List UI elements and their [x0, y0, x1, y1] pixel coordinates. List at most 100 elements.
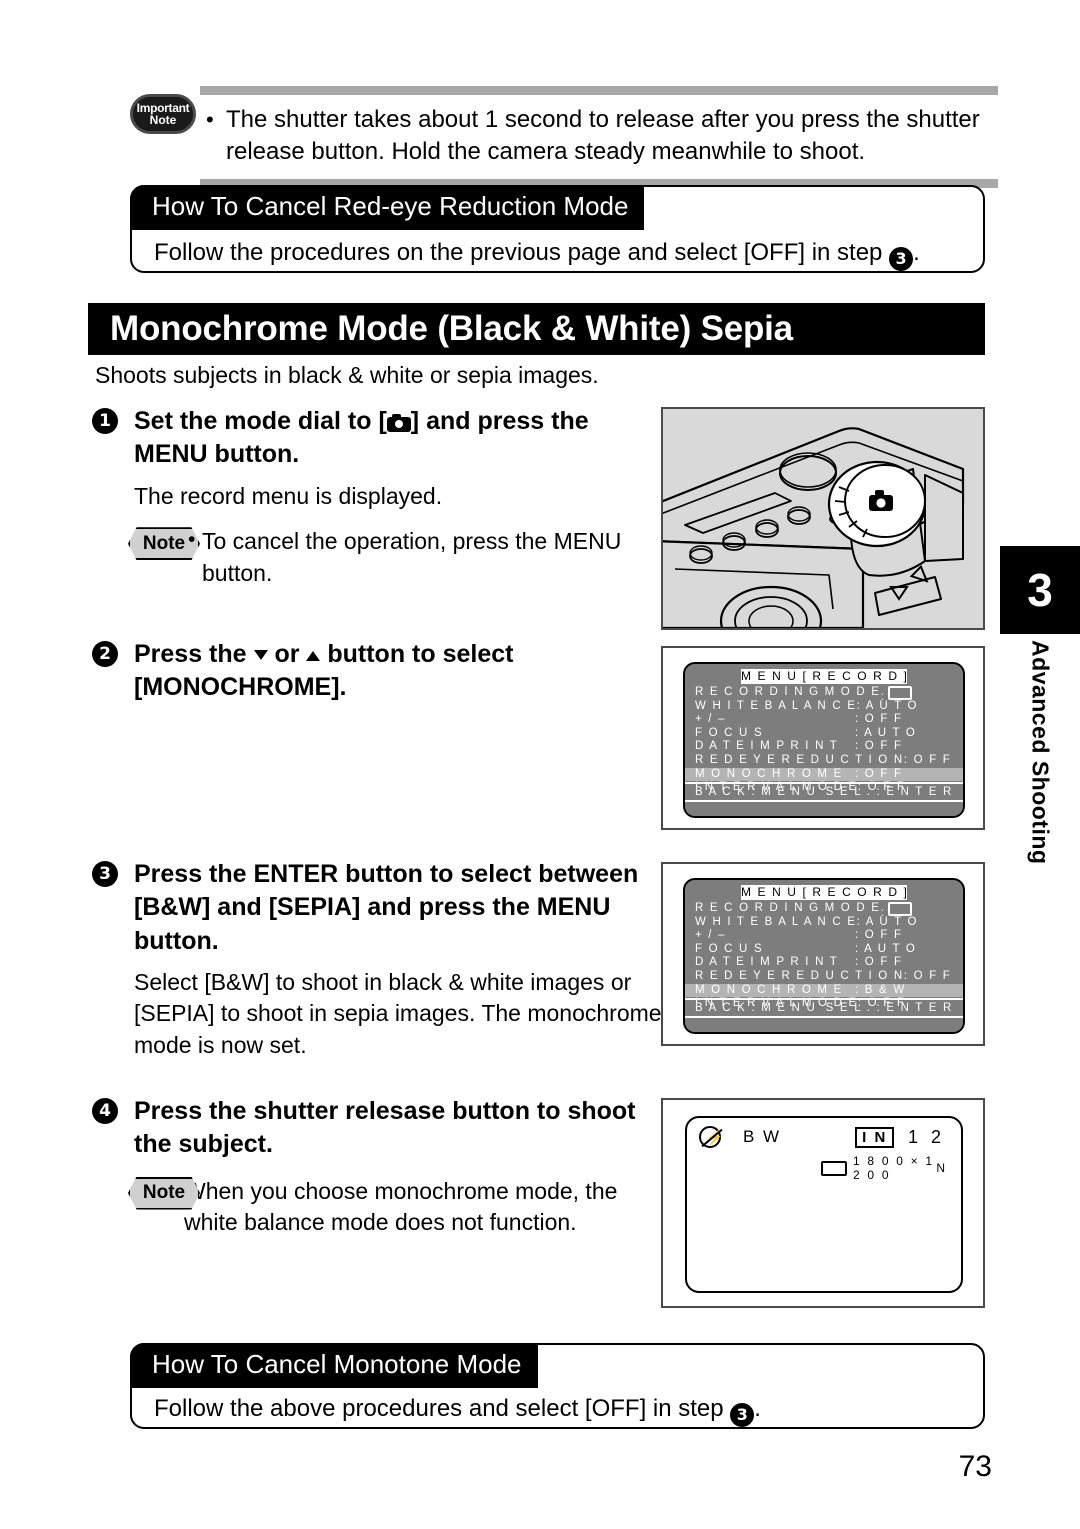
- important-note-block: Important Note • The shutter takes about…: [130, 86, 1000, 188]
- page-number: 73: [958, 1450, 992, 1483]
- lcd-row-white-balance[interactable]: W H I T E B A L A N C E: A U T O: [695, 916, 953, 930]
- note-badge: Note: [128, 1176, 200, 1210]
- step-4-heading: 4 Press the shutter relesase button to sh…: [92, 1095, 667, 1162]
- note-bullet: •: [188, 528, 196, 552]
- step-3-number: 3: [92, 861, 118, 887]
- lcd-label: W H I T E B A L A N C E: [695, 915, 857, 928]
- lcd-value: : O F F: [855, 713, 903, 726]
- lcd-row-date-imprint[interactable]: D A T E I M P R I N T : O F F: [695, 956, 953, 970]
- display-shots-remaining: 1 2: [907, 1126, 945, 1147]
- lcd-value: : A U T O: [855, 726, 917, 739]
- lcd-label: + / –: [695, 713, 727, 726]
- step-4-head-text: Press the shutter relesase button to sho…: [134, 1097, 636, 1159]
- lcd-value: : A U T O: [855, 942, 917, 955]
- lcd-row-redeye-reduction[interactable]: R E D E Y E R E D U C T I O N: O F F: [695, 970, 953, 984]
- lcd-row-recording-mode[interactable]: R E C O R D I N G M O D E:: [695, 686, 953, 703]
- step-2-heading: 2 Press the or button to select [MONOCHRO…: [92, 638, 667, 705]
- important-note-badge: Important Note: [130, 94, 196, 134]
- lcd-label: R E D E Y E R E D U C T I O N: [695, 753, 904, 766]
- lcd-row-monochrome[interactable]: M O N O C H R O M E: O F F: [685, 767, 963, 782]
- display-quality: N: [936, 1161, 945, 1175]
- page-title: Monochrome Mode (Black & White) Sepia: [88, 303, 985, 355]
- lcd-row-date-imprint[interactable]: D A T E I M P R I N T : O F F: [695, 740, 953, 754]
- intro-text: Shoots subjects in black & white or sepi…: [95, 362, 599, 388]
- lcd-row-redeye-reduction[interactable]: R E D E Y E R E D U C T I O N: O F F: [695, 754, 953, 768]
- lcd-label: W H I T E B A L A N C E: [695, 699, 857, 712]
- camera-icon: [386, 414, 411, 432]
- lcd-row-monochrome[interactable]: M O N O C H R O M E: B & W: [685, 983, 963, 998]
- step-3-heading: 3 Press the ENTER button to select betwee…: [92, 858, 667, 958]
- lcd-row-focus[interactable]: F O C U S: A U T O: [695, 727, 953, 741]
- lcd-menu-title: M E N U [ R E C O R D ]: [741, 669, 909, 684]
- lcd-footer-back: B A C K : M E N U: [695, 1002, 817, 1014]
- lcd-value: : O F F: [855, 740, 903, 753]
- step-2-number: 2: [92, 641, 118, 667]
- important-badge-line2: Note: [149, 113, 177, 127]
- lcd-value: : O F F: [855, 929, 903, 942]
- lcd-label: + / –: [695, 929, 727, 942]
- recording-mode-icon: [887, 902, 912, 916]
- step-1: 1 Set the mode dial to [] and press the M…: [92, 405, 667, 590]
- figure-camera-mode-dial: [661, 407, 985, 630]
- lcd-label: D A T E I M P R I N T: [695, 740, 839, 753]
- display-mode: B W: [743, 1127, 782, 1146]
- lcd-footer-fill: [685, 802, 963, 816]
- lcd-label: D A T E I M P R I N T: [695, 956, 839, 969]
- lcd-menu-rows: R E C O R D I N G M O D E: W H I T E B A…: [685, 686, 963, 795]
- lcd-row-recording-mode[interactable]: R E C O R D I N G M O D E:: [695, 902, 953, 919]
- cancel-monotone-body-before: Follow the above procedures and select […: [154, 1395, 731, 1422]
- figure-shooting-display: ⚡ B W I N 1 2 1 8 0 0 × 1 2 0 0 N: [661, 1098, 985, 1308]
- step-1-number: 1: [92, 408, 118, 434]
- lcd-footer-select: S E L . : E N T E R: [825, 786, 953, 798]
- step-2-head-part1: Press the: [134, 640, 254, 668]
- display-resolution: 1 8 0 0 × 1 2 0 0: [853, 1154, 935, 1182]
- lcd-value: : O F F: [903, 969, 952, 982]
- step-4: 4 Press the shutter relesase button to sh…: [92, 1095, 667, 1239]
- step-1-heading: 1 Set the mode dial to [] and press the M…: [92, 405, 667, 472]
- important-note-text: The shutter takes about 1 second to rele…: [226, 106, 980, 166]
- lcd-value: : A U T O: [856, 915, 919, 928]
- lcd-value: : O F F: [855, 956, 903, 969]
- step-marker-3: 3: [889, 246, 914, 271]
- important-note-text-wrap: • The shutter takes about 1 second to re…: [200, 95, 1000, 179]
- step-1-body: The record menu is displayed.: [134, 482, 443, 509]
- lcd-value: : O F F: [903, 753, 952, 766]
- image-size-icon: [821, 1160, 847, 1176]
- step-3-body: Select [B&W] to shoot in black & white i…: [134, 968, 662, 1059]
- step-1-note-text: To cancel the operation, press the MENU …: [202, 528, 622, 586]
- lcd-label: R E C O R D I N G M O D E: [695, 902, 881, 914]
- lcd-screen: M E N U [ R E C O R D ] R E C O R D I N …: [683, 662, 965, 818]
- lcd-footer: B A C K : M E N U S E L . : E N T E R: [685, 782, 963, 802]
- cancel-redeye-body-before: Follow the procedures on the previous pa…: [154, 239, 890, 266]
- lcd-value: :: [881, 686, 953, 703]
- step-3-head-text: Press the ENTER button to select between…: [134, 860, 639, 955]
- lcd-row-white-balance[interactable]: W H I T E B A L A N C E: A U T O: [695, 700, 953, 714]
- lcd-value: : A U T O: [856, 699, 919, 712]
- step-1-head-part1: Set the mode dial to [: [134, 407, 387, 435]
- chapter-tab-label: Advanced Shooting: [1000, 640, 1080, 970]
- step-marker-3: 3: [730, 1402, 755, 1427]
- lcd-label: R E C O R D I N G M O D E: [695, 686, 881, 698]
- rule-top: [200, 86, 998, 95]
- lcd-row-exposure[interactable]: + / – : O F F: [695, 713, 953, 727]
- lcd-value: :: [881, 902, 953, 919]
- cancel-monotone-heading: How To Cancel Monotone Mode: [130, 1343, 538, 1388]
- cancel-monotone-body-after: .: [754, 1395, 761, 1422]
- step-4-note: Note When you choose monochrome mode, th…: [92, 1176, 667, 1239]
- lcd-footer-back: B A C K : M E N U: [695, 786, 817, 798]
- cancel-redeye-heading: How To Cancel Red-eye Reduction Mode: [130, 185, 645, 230]
- lcd-value: : O F F: [855, 767, 903, 780]
- bullet-marker: •: [206, 107, 214, 132]
- flash-off-icon: ⚡: [699, 1126, 723, 1148]
- display-memory: I N: [855, 1126, 895, 1148]
- chapter-tab-label-text: Advanced Shooting: [1027, 640, 1054, 865]
- figure-record-menu-bw: M E N U [ R E C O R D ] R E C O R D I N …: [661, 862, 985, 1046]
- lcd-row-exposure[interactable]: + / – : O F F: [695, 929, 953, 943]
- lcd-label: M O N O C H R O M E: [695, 983, 843, 996]
- lcd-screen: M E N U [ R E C O R D ] R E C O R D I N …: [683, 878, 965, 1034]
- step-4-number: 4: [92, 1098, 118, 1124]
- chapter-tab-number: 3: [1000, 546, 1080, 634]
- lcd-row-focus[interactable]: F O C U S: A U T O: [695, 943, 953, 957]
- step-2-head-mid: or: [267, 640, 307, 668]
- cancel-redeye-body-after: .: [913, 239, 920, 266]
